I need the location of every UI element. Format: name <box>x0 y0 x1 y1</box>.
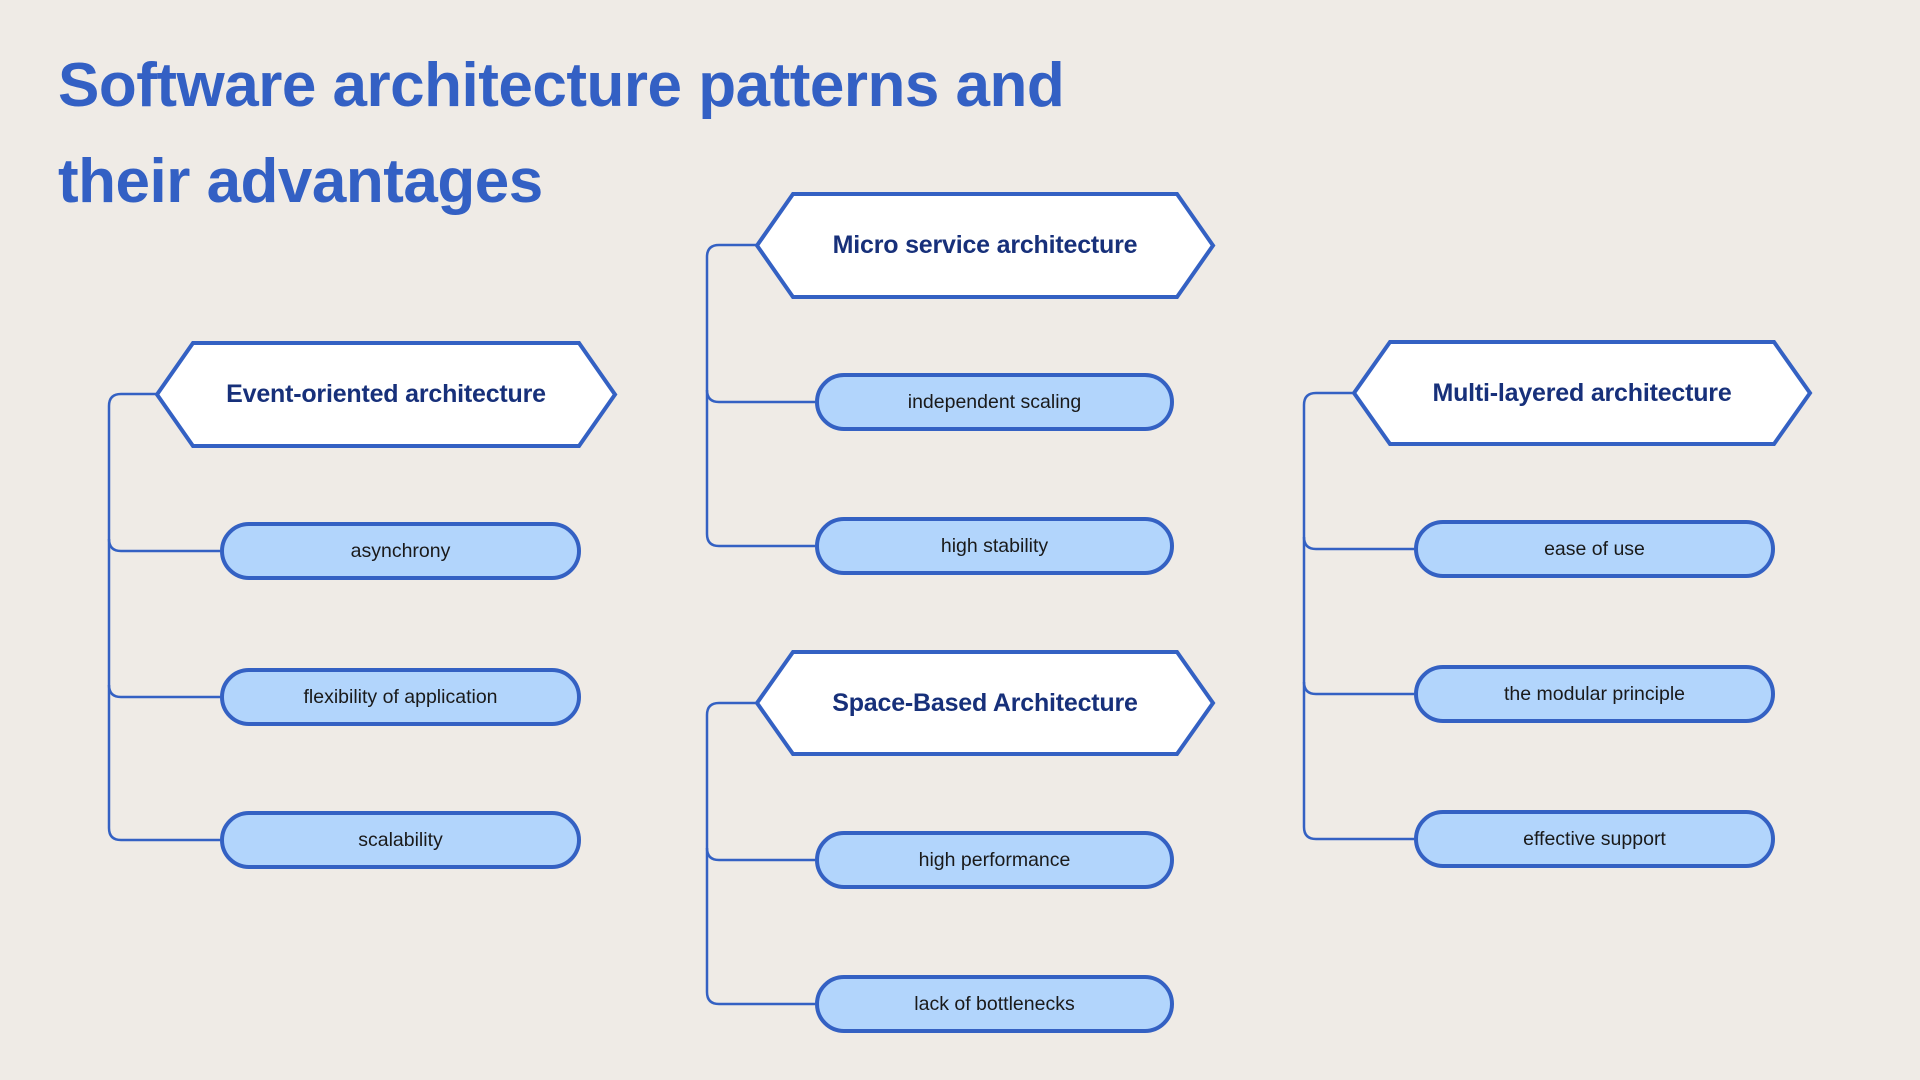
pattern-label: Event-oriented architecture <box>226 379 546 408</box>
connector-branch <box>107 684 220 699</box>
connector-branch <box>705 533 815 548</box>
connector-branch <box>107 827 220 842</box>
advantage-pill[interactable]: ease of use <box>1414 520 1775 578</box>
pattern-label: Micro service architecture <box>832 230 1138 259</box>
advantage-label: lack of bottlenecks <box>914 992 1075 1015</box>
advantage-label: high performance <box>918 848 1071 871</box>
connector-branch <box>705 389 815 404</box>
advantage-label: flexibility of application <box>303 685 498 708</box>
advantage-pill[interactable]: the modular principle <box>1414 665 1775 723</box>
advantage-pill[interactable]: asynchrony <box>220 522 581 580</box>
advantage-label: independent scaling <box>907 390 1082 413</box>
pattern-label: Multi-layered architecture <box>1432 378 1732 407</box>
advantage-pill[interactable]: flexibility of application <box>220 668 581 726</box>
connector-branch <box>1302 681 1414 696</box>
advantage-label: effective support <box>1523 827 1666 850</box>
pattern-node-micro-service[interactable]: Micro service architecture <box>754 191 1216 299</box>
connector-branch <box>705 847 815 862</box>
connector-trunk-multi-layered <box>1302 391 1354 827</box>
pattern-node-event-oriented[interactable]: Event-oriented architecture <box>154 340 618 448</box>
connector-branch <box>705 991 815 1006</box>
diagram-canvas: { "title": { "line1": "Software architec… <box>0 0 1920 1080</box>
advantage-label: ease of use <box>1544 537 1645 560</box>
advantage-pill[interactable]: effective support <box>1414 810 1775 868</box>
connector-branch <box>1302 826 1414 841</box>
advantage-pill[interactable]: scalability <box>220 811 581 869</box>
advantage-label: the modular principle <box>1503 682 1685 705</box>
pattern-node-multi-layered[interactable]: Multi-layered architecture <box>1351 340 1813 446</box>
connector-branch <box>1302 536 1414 551</box>
page-title-line-1: Software architecture patterns and <box>58 51 1065 120</box>
advantage-pill[interactable]: independent scaling <box>815 373 1174 431</box>
connector-trunk-event-oriented <box>107 392 157 828</box>
connector-branch <box>107 538 220 553</box>
advantage-label: high stability <box>940 534 1049 557</box>
pattern-node-space-based[interactable]: Space-Based Architecture <box>754 650 1216 756</box>
advantage-pill[interactable]: lack of bottlenecks <box>815 975 1174 1033</box>
advantage-pill[interactable]: high performance <box>815 831 1174 889</box>
connector-trunk-micro-service <box>705 243 757 534</box>
advantage-label: scalability <box>358 828 443 851</box>
pattern-label: Space-Based Architecture <box>832 688 1138 717</box>
advantage-pill[interactable]: high stability <box>815 517 1174 575</box>
advantage-label: asynchrony <box>350 539 451 562</box>
connector-trunk-space-based <box>705 701 757 992</box>
